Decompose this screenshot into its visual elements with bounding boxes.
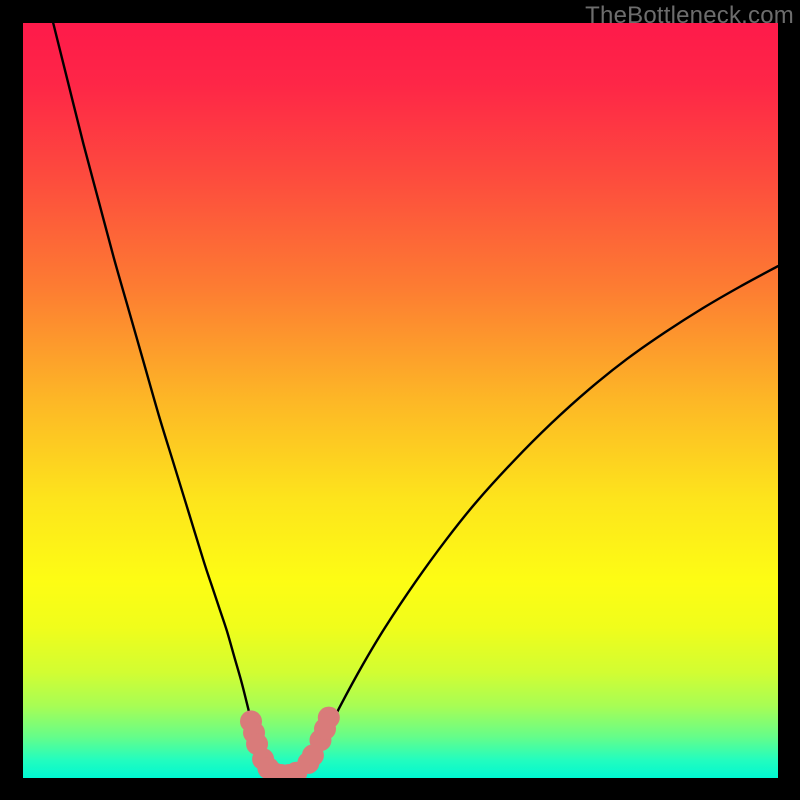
attribution-text: TheBottleneck.com: [585, 2, 794, 30]
plot-area: [23, 23, 778, 778]
gradient-background: [23, 23, 778, 778]
curve-marker: [318, 707, 340, 729]
plot-svg: [23, 23, 778, 778]
chart-frame: TheBottleneck.com: [0, 0, 800, 800]
